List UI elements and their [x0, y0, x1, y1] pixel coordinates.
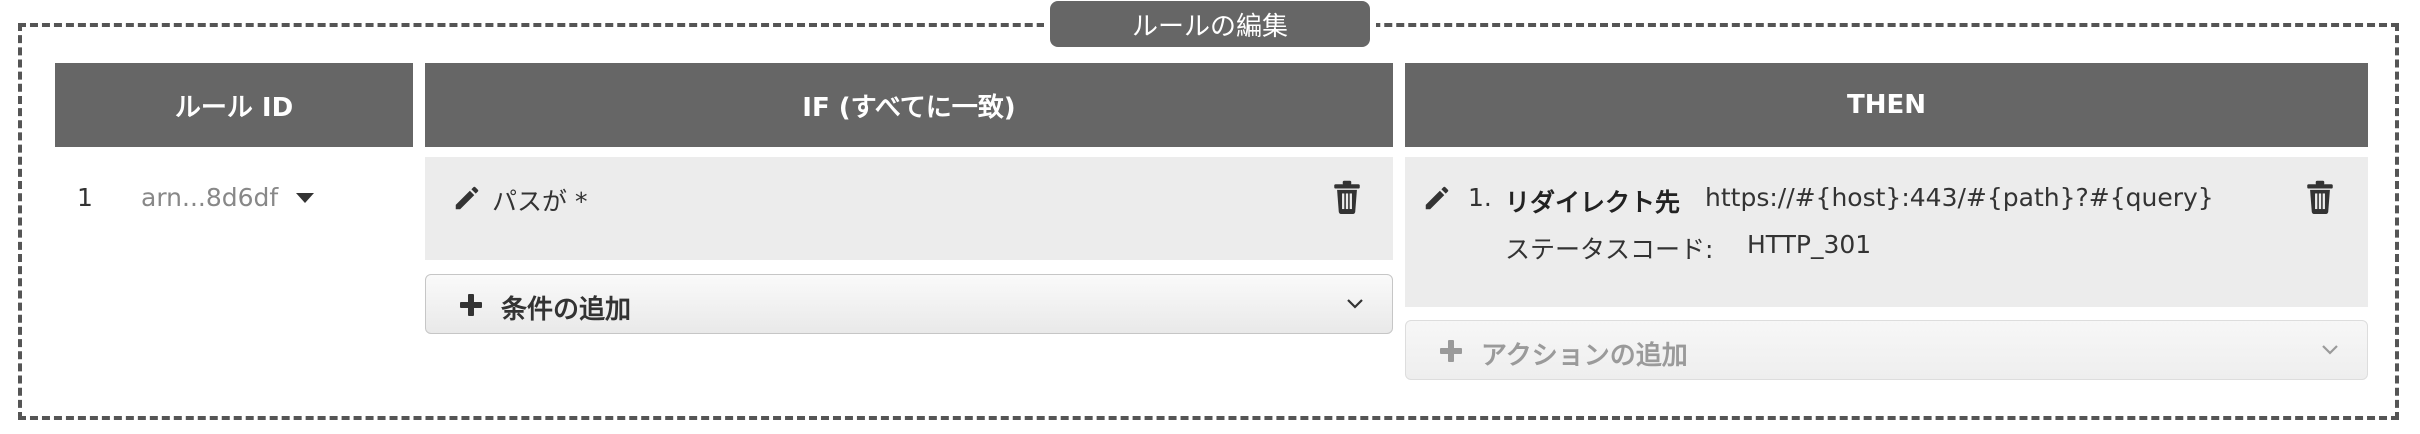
caret-down-icon[interactable]	[296, 193, 314, 203]
rule-arn: arn...8d6df	[141, 183, 279, 212]
chevron-down-icon	[1347, 299, 1363, 309]
column-header-then: THEN	[1405, 63, 2368, 147]
condition-text: パスが *	[492, 187, 588, 216]
trash-icon[interactable]	[1332, 180, 1362, 214]
trash-icon[interactable]	[2305, 180, 2335, 214]
panel-title: ルールの編集	[1050, 1, 1370, 47]
redirect-url: https://#{host}:443/#{path}?#{query}	[1705, 183, 2214, 212]
add-action-button[interactable]: アクションの追加	[1405, 320, 2368, 380]
pencil-icon[interactable]	[1422, 183, 1452, 213]
plus-icon	[1440, 340, 1462, 362]
chevron-down-icon	[2322, 345, 2338, 355]
add-action-label: アクションの追加	[1481, 341, 1688, 371]
add-condition-label: 条件の追加	[501, 295, 632, 325]
action-type-label: リダイレクト先	[1505, 188, 1681, 217]
action-number: 1.	[1468, 183, 1492, 212]
pencil-icon[interactable]	[452, 183, 482, 213]
plus-icon	[460, 294, 482, 316]
status-code-value: HTTP_301	[1747, 230, 1872, 259]
add-condition-button[interactable]: 条件の追加	[425, 274, 1393, 334]
status-code-label: ステータスコード:	[1505, 235, 1714, 264]
rule-number: 1	[77, 183, 93, 212]
column-header-rule-id: ルール ID	[55, 63, 413, 147]
column-header-if: IF (すべてに一致)	[425, 63, 1393, 147]
